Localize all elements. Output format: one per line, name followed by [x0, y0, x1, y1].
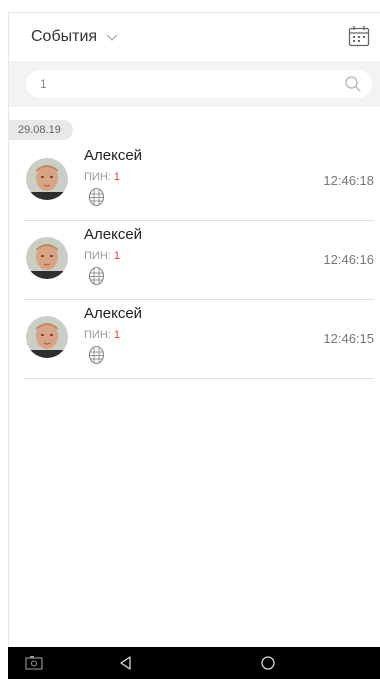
screenshot-icon[interactable]	[25, 655, 43, 671]
face-scan-icon	[88, 345, 105, 365]
chevron-down-icon	[106, 34, 118, 41]
event-pin: ПИН: 1	[84, 329, 120, 341]
search-field[interactable]	[26, 70, 372, 98]
face-scan-icon	[88, 187, 105, 207]
event-time: 12:46:18	[323, 173, 374, 188]
event-user-name: Алексей	[84, 147, 143, 164]
page-title: События	[31, 28, 98, 45]
back-triangle-icon[interactable]	[118, 655, 134, 671]
search-input[interactable]	[40, 70, 320, 98]
pin-label: ПИН:	[84, 171, 111, 183]
avatar	[26, 158, 68, 200]
event-row[interactable]: Алексей ПИН: 1 12:46:16	[24, 222, 374, 300]
event-pin: ПИН: 1	[84, 171, 120, 183]
header: События	[9, 13, 380, 61]
calendar-icon[interactable]	[347, 24, 371, 48]
event-user-name: Алексей	[84, 305, 143, 322]
face-scan-icon	[88, 266, 105, 286]
avatar	[26, 237, 68, 279]
pin-value: 1	[113, 171, 120, 183]
search-bar	[9, 61, 380, 107]
event-time: 12:46:16	[323, 252, 374, 267]
system-navigation-bar	[8, 647, 380, 679]
search-icon[interactable]	[344, 75, 362, 93]
app-frame: События 29.08.19	[8, 12, 380, 647]
pin-value: 1	[113, 329, 120, 341]
pin-value: 1	[113, 250, 120, 262]
pin-label: ПИН:	[84, 329, 111, 341]
event-user-name: Алексей	[84, 226, 143, 243]
event-row[interactable]: Алексей ПИН: 1 12:46:18	[24, 143, 374, 221]
event-row[interactable]: Алексей ПИН: 1 12:46:15	[24, 301, 374, 379]
event-time: 12:46:15	[323, 331, 374, 346]
home-circle-icon[interactable]	[260, 655, 276, 671]
event-pin: ПИН: 1	[84, 250, 120, 262]
pin-label: ПИН:	[84, 250, 111, 262]
avatar	[26, 316, 68, 358]
event-type-dropdown[interactable]: События	[31, 28, 119, 46]
date-header: 29.08.19	[9, 120, 73, 140]
